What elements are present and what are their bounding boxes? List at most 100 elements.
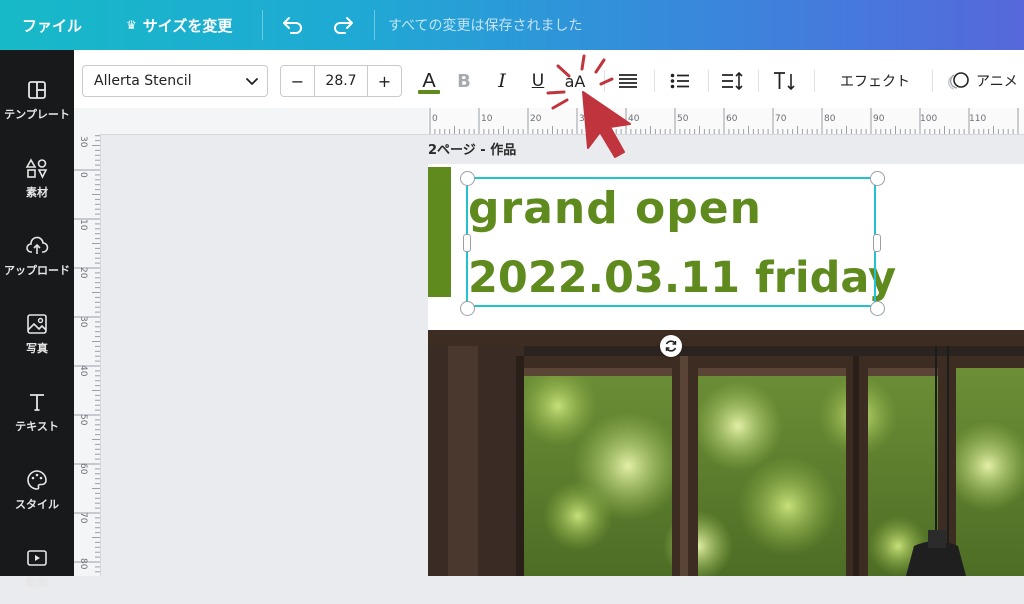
top-header: ファイル ♛ サイズを変更 すべての変更は保存されました xyxy=(0,0,1024,50)
font-family-dropdown[interactable]: Allerta Stencil xyxy=(82,65,268,97)
sidebar-item-label: アップロード xyxy=(4,264,70,277)
sidebar-item-styles[interactable]: スタイル xyxy=(0,456,74,526)
resize-handle-top-left[interactable] xyxy=(460,171,475,186)
sidebar-item-label: スタイル xyxy=(15,498,59,511)
ruler-label: 10 xyxy=(78,219,88,231)
sidebar-item-label: テキスト xyxy=(15,420,59,433)
ruler-label: 80 xyxy=(824,114,836,124)
toolbar-divider xyxy=(758,70,759,92)
template-icon xyxy=(28,81,46,99)
undo-icon xyxy=(283,17,302,34)
resize-handle-left[interactable] xyxy=(463,234,471,252)
header-divider xyxy=(262,10,263,40)
style-icon xyxy=(27,470,47,490)
green-accent-bar[interactable] xyxy=(428,167,451,297)
text-toolbar: Allerta Stencil − 28.7 + A B I U aA エフェク… xyxy=(74,50,1024,109)
ruler-label: 30 xyxy=(78,316,88,328)
font-size-stepper: − 28.7 + xyxy=(280,65,402,97)
sidebar-item-templates[interactable]: テンプレート xyxy=(0,66,74,136)
resize-handle-right[interactable] xyxy=(873,234,881,252)
redo-icon xyxy=(334,17,353,34)
italic-button[interactable]: I xyxy=(490,65,514,97)
image-frame-border xyxy=(428,330,1024,346)
left-sidebar: テンプレート 素材 アップロード 写真 テキスト スタイル 動画 xyxy=(0,50,74,589)
chevron-down-icon xyxy=(246,78,258,85)
underline-button[interactable]: U xyxy=(526,65,550,97)
rotate-handle[interactable] xyxy=(660,335,682,357)
resize-handle-bottom-right[interactable] xyxy=(870,301,885,316)
file-menu-button[interactable]: ファイル xyxy=(22,0,82,50)
text-selection-box[interactable] xyxy=(466,177,876,307)
ruler-label: 60 xyxy=(726,114,738,124)
video-icon xyxy=(27,550,47,566)
sidebar-item-label: 写真 xyxy=(26,342,48,355)
font-size-input[interactable]: 28.7 xyxy=(314,66,368,96)
animate-icon xyxy=(948,72,969,90)
toolbar-divider xyxy=(604,70,605,92)
bullet-list-icon xyxy=(670,73,689,89)
resize-handle-bottom-left[interactable] xyxy=(460,301,475,316)
ruler-label: 110 xyxy=(969,114,987,124)
window-photo-image xyxy=(428,346,1024,576)
spacing-button[interactable] xyxy=(720,65,746,97)
horizontal-ruler: 0 10 20 30 40 50 60 70 80 90 100 110 xyxy=(74,108,1024,135)
align-button[interactable] xyxy=(616,65,640,97)
bold-button[interactable]: B xyxy=(452,65,476,97)
design-canvas[interactable]: grand open 2022.03.11 friday xyxy=(428,164,1024,576)
rotate-icon xyxy=(665,340,677,352)
toolbar-divider xyxy=(654,70,655,92)
text-color-button[interactable]: A xyxy=(414,65,444,97)
window-photo[interactable] xyxy=(428,346,1024,576)
ruler-label: 60 xyxy=(78,463,88,475)
ruler-label: 50 xyxy=(677,114,689,124)
sidebar-item-label: 素材 xyxy=(26,186,48,199)
ruler-label: 10 xyxy=(481,114,493,124)
sidebar-item-elements[interactable]: 素材 xyxy=(0,144,74,214)
font-size-increase-button[interactable]: + xyxy=(368,66,401,96)
animate-button[interactable]: アニメ xyxy=(948,65,1024,97)
ruler-label: 80 xyxy=(78,558,88,570)
vertical-text-icon xyxy=(774,72,795,91)
ruler-label: 30 xyxy=(579,114,591,124)
resize-button[interactable]: ♛ サイズを変更 xyxy=(126,0,232,50)
resize-label: サイズを変更 xyxy=(142,16,233,35)
undo-button[interactable] xyxy=(276,10,310,40)
ruler-label: 40 xyxy=(78,365,88,377)
sidebar-item-photos[interactable]: 写真 xyxy=(0,300,74,370)
letter-case-button[interactable]: aA xyxy=(560,65,590,97)
vertical-ruler: 30 0 10 20 30 40 50 60 70 80 xyxy=(74,134,101,576)
file-menu-label: ファイル xyxy=(22,16,83,35)
header-divider xyxy=(374,10,375,40)
save-status: すべての変更は保存されました xyxy=(388,18,583,34)
toolbar-divider xyxy=(932,70,933,92)
page-title: 2ページ - 作品 xyxy=(428,143,517,158)
sidebar-item-text[interactable]: テキスト xyxy=(0,378,74,448)
ruler-label: 90 xyxy=(873,114,885,124)
vertical-text-button[interactable] xyxy=(772,65,798,97)
font-family-value: Allerta Stencil xyxy=(94,73,192,89)
ruler-label: 20 xyxy=(78,267,88,279)
ruler-label: 40 xyxy=(628,114,640,124)
photo-icon xyxy=(27,314,47,334)
ruler-label: 100 xyxy=(920,114,938,124)
ruler-label: 0 xyxy=(78,172,88,178)
crown-icon: ♛ xyxy=(126,18,137,32)
sidebar-item-label: テンプレート xyxy=(4,108,70,121)
sidebar-item-uploads[interactable]: アップロード xyxy=(0,222,74,292)
effects-button[interactable]: エフェクト xyxy=(834,65,916,97)
ruler-label: 30 xyxy=(78,136,88,148)
sidebar-item-videos[interactable]: 動画 xyxy=(0,534,74,604)
text-color-swatch xyxy=(418,90,440,94)
animate-label: アニメ xyxy=(976,74,1018,90)
vertical-ruler-ticks xyxy=(74,135,100,573)
redo-button[interactable] xyxy=(326,10,360,40)
ruler-label: 70 xyxy=(775,114,787,124)
line-spacing-icon xyxy=(722,72,743,90)
ruler-label: 50 xyxy=(78,414,88,426)
ruler-label: 0 xyxy=(432,114,438,124)
toolbar-divider xyxy=(814,70,815,92)
list-button[interactable] xyxy=(668,65,692,97)
ruler-label: 20 xyxy=(530,114,542,124)
resize-handle-top-right[interactable] xyxy=(870,171,885,186)
font-size-decrease-button[interactable]: − xyxy=(281,66,314,96)
